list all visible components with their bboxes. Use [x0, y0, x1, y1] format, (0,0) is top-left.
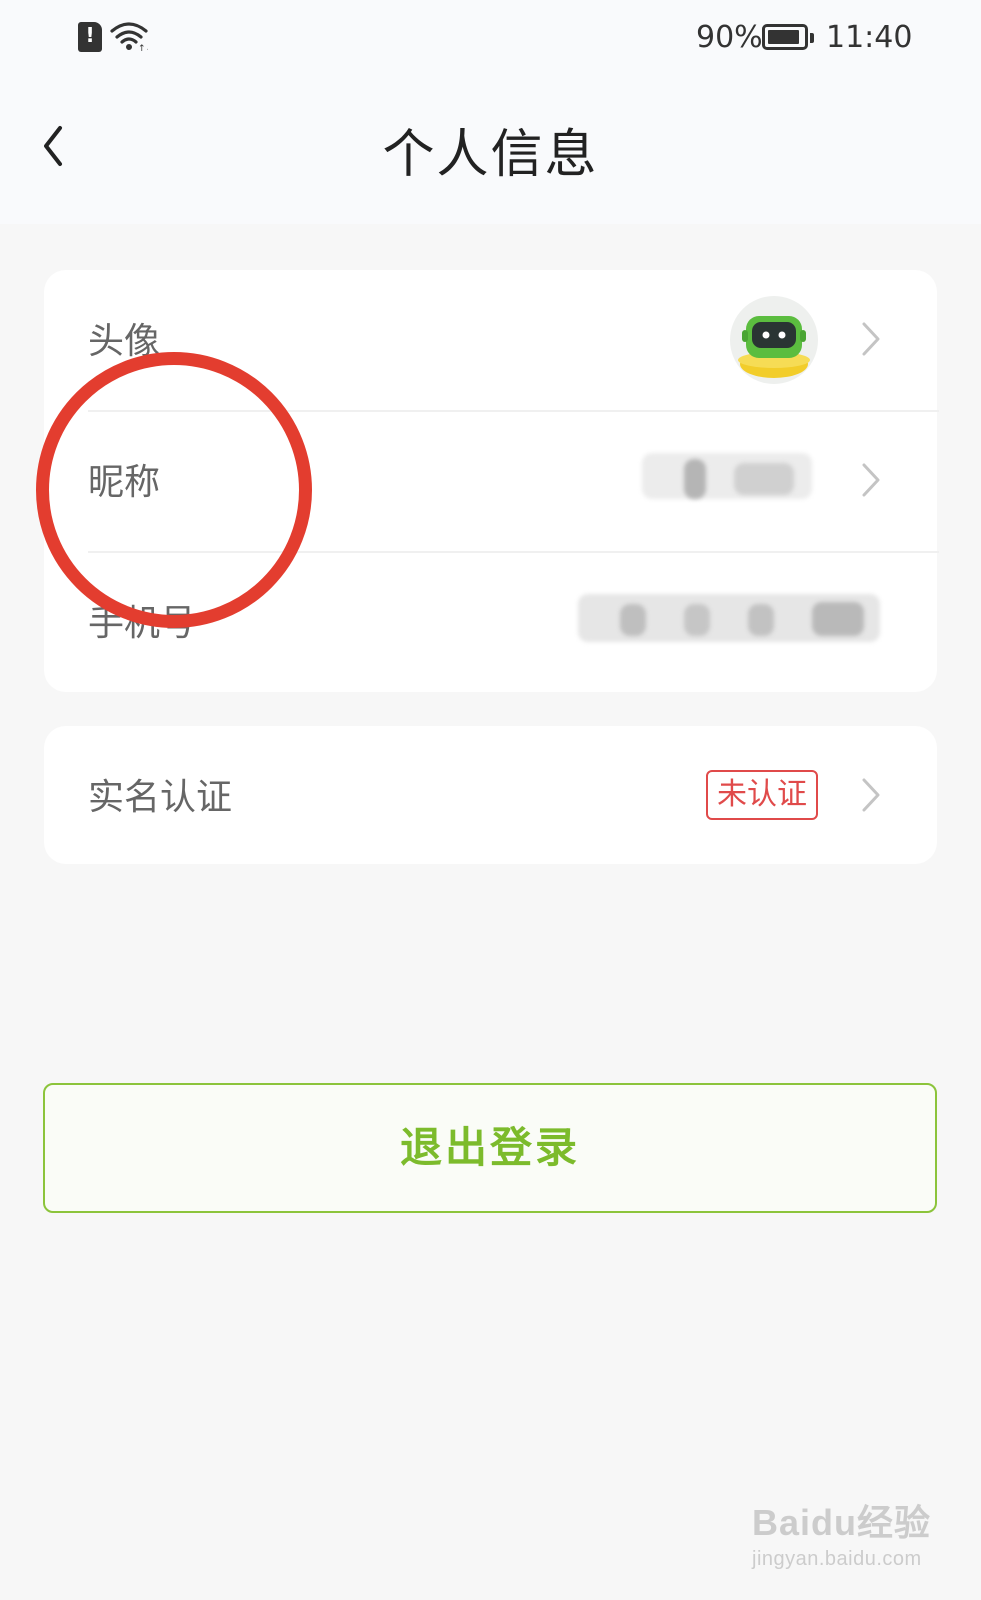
realname-label: 实名认证	[88, 777, 233, 818]
nickname-row[interactable]: 昵称	[44, 411, 937, 551]
realname-row[interactable]: 实名认证 未认证	[44, 726, 937, 864]
phone-label: 手机号	[88, 603, 197, 644]
nickname-label: 昵称	[88, 462, 161, 503]
chevron-right-icon	[862, 778, 880, 812]
battery-percentage: 90%	[696, 20, 763, 55]
phone-row[interactable]: 手机号	[44, 552, 937, 692]
profile-card: 头像 昵称 手机号	[44, 270, 939, 692]
robot-avatar-icon	[738, 316, 810, 378]
avatar[interactable]	[730, 296, 818, 384]
watermark: Baidu经验 jingyan.baidu.com	[752, 1494, 942, 1584]
clock: 11:40	[826, 20, 913, 55]
status-bar: ↑↓ 90% 11:40	[0, 0, 981, 76]
battery-icon	[762, 24, 814, 50]
top-bar: ↑↓ 90% 11:40 个人信息	[0, 0, 981, 224]
chevron-right-icon	[862, 463, 880, 497]
realname-card: 实名认证 未认证	[44, 726, 937, 864]
watermark-logo: Baidu经验	[752, 1502, 932, 1543]
wifi-icon: ↑↓	[110, 22, 148, 52]
status-badge: 未认证	[706, 770, 818, 820]
watermark-url: jingyan.baidu.com	[752, 1548, 922, 1570]
sim-alert-icon	[78, 22, 102, 52]
avatar-row[interactable]: 头像	[44, 270, 937, 410]
battery-fill	[768, 30, 799, 44]
svg-text:↑↓: ↑↓	[138, 44, 148, 52]
page-title: 个人信息	[382, 125, 599, 185]
logout-button[interactable]: 退出登录	[43, 1083, 937, 1213]
avatar-label: 头像	[88, 321, 161, 362]
chevron-right-icon	[862, 322, 880, 356]
